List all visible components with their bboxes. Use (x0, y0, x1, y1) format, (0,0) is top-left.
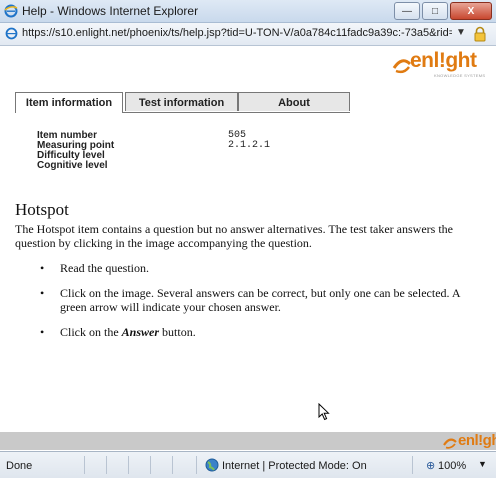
zoom-dropdown-icon[interactable]: ▼ (478, 459, 487, 469)
help-step: Read the question. (40, 261, 480, 275)
footer-logo-wordmark: enl!ght (458, 432, 496, 449)
tab-bar: Item information Test information About (15, 92, 350, 113)
status-divider (172, 456, 173, 474)
help-step: Click on the image. Several answers can … (40, 286, 480, 314)
logo-tagline: KNOWLEDGE SYSTEMS (434, 73, 486, 78)
status-divider (412, 456, 413, 474)
help-step-text: button. (159, 325, 196, 339)
tab-item-information[interactable]: Item information (15, 92, 123, 113)
enlight-swirl-icon (392, 59, 412, 74)
security-zone[interactable]: Internet | Protected Mode: On (222, 460, 367, 472)
tab-about[interactable]: About (238, 92, 350, 111)
footer-band (0, 432, 496, 450)
zoom-level[interactable]: 100% (438, 460, 466, 472)
globe-icon (205, 458, 219, 472)
zoom-icon[interactable]: ⊕ (426, 459, 435, 472)
address-dropdown-icon[interactable]: ▼ (456, 27, 466, 38)
url-field[interactable]: https://s10.enlight.net/phoenix/ts/help.… (22, 27, 452, 39)
address-bar: https://s10.enlight.net/phoenix/ts/help.… (0, 23, 496, 46)
status-bar: Done Internet | Protected Mode: On ⊕ 100… (0, 451, 496, 478)
status-divider (196, 456, 197, 474)
status-divider (84, 456, 85, 474)
enlight-footer-logo: enl!ght (441, 432, 496, 450)
help-step-text: Click on the (60, 325, 122, 339)
page-icon (5, 27, 18, 40)
help-title: Hotspot (15, 200, 69, 219)
enlight-logo: enl!ght KNOWLEDGE SYSTEMS (388, 48, 488, 82)
window-titlebar: Help - Windows Internet Explorer — □ X (0, 0, 496, 23)
maximize-button[interactable]: □ (422, 2, 448, 20)
status-divider (128, 456, 129, 474)
measuring-point-value: 2.1.2.1 (228, 140, 271, 151)
window-title: Help - Windows Internet Explorer (22, 4, 199, 18)
window-controls: — □ X (394, 2, 492, 20)
help-description: The Hotspot item contains a question but… (15, 222, 453, 250)
answer-button-name: Answer (121, 325, 160, 339)
cognitive-level-label: Cognitive level (37, 160, 108, 171)
lock-icon[interactable] (472, 26, 488, 42)
status-text: Done (6, 460, 33, 472)
status-divider (150, 456, 151, 474)
status-divider (106, 456, 107, 474)
help-page: enl!ght KNOWLEDGE SYSTEMS Item informati… (0, 46, 496, 432)
logo-wordmark: enl!ght (410, 49, 477, 72)
internet-explorer-icon (4, 4, 18, 18)
help-step: Click on the Answer button. (40, 325, 480, 339)
help-steps-list: Read the question. Click on the image. S… (40, 261, 480, 350)
minimize-button[interactable]: — (394, 2, 420, 20)
enlight-swirl-icon (443, 438, 457, 449)
mouse-pointer-icon (318, 403, 330, 421)
close-button[interactable]: X (450, 2, 492, 20)
tab-test-information[interactable]: Test information (125, 92, 238, 111)
